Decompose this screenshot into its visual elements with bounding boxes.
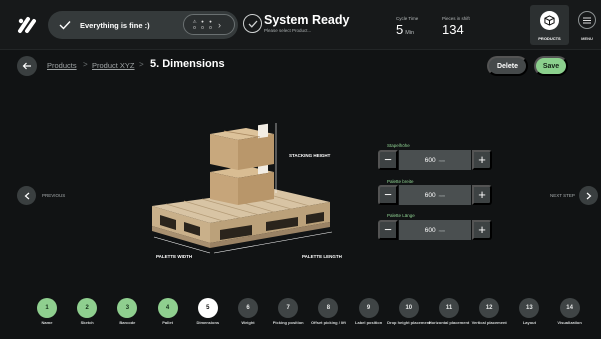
save-button[interactable]: Save [534, 56, 568, 76]
palette-length-value: 600 [424, 226, 436, 234]
step-14-button[interactable]: 14 [559, 298, 580, 318]
logo-icon [18, 17, 36, 33]
step-10-button[interactable]: 10 [398, 298, 419, 318]
menu-tab[interactable]: MENU [574, 5, 600, 45]
chevron-right-icon [586, 192, 591, 199]
step-8-label: Offset picking / lift [310, 320, 346, 325]
step-6-button[interactable]: 6 [238, 298, 258, 318]
alert-counter-grid: ⚠ ● ● 0 0 0 [191, 19, 214, 31]
step-6-label: Weight [241, 320, 255, 325]
step-2-label: Sketch [80, 320, 94, 325]
step-3-label: Barcode [119, 320, 136, 325]
chevron-right-icon: › [218, 19, 221, 30]
unit-label: mm [438, 192, 446, 198]
cycle-time-number: 5 [396, 22, 404, 37]
pieces-in-shift-label: Pieces in shift [442, 16, 470, 21]
step-5-label: Dimensions [196, 320, 220, 325]
system-ready-title: System Ready [264, 13, 350, 27]
pieces-in-shift-value: 134 [442, 22, 464, 37]
decrement-button[interactable]: − [378, 220, 398, 240]
unit-label: mm [438, 227, 446, 233]
step-1-label: Name [41, 320, 53, 325]
cycle-time-value: 5 Min [396, 22, 414, 37]
breadcrumb-product-xyz[interactable]: Product XYZ [92, 61, 135, 70]
step-8-button[interactable]: 8 [318, 298, 339, 318]
breadcrumb-products[interactable]: Products [47, 61, 77, 70]
pallet-with-boxes-image [152, 123, 333, 254]
step-7-button[interactable]: 7 [278, 298, 299, 318]
step-12-label: Vertical placement [471, 320, 507, 325]
status-message: Everything is fine :) [80, 20, 150, 30]
top-bar: Everything is fine :) ⚠ ● ● 0 0 0 › Syst… [0, 0, 601, 50]
step-5-button[interactable]: 5 [197, 298, 218, 318]
next-step-button[interactable] [579, 186, 598, 205]
box-icon [540, 11, 559, 30]
stacking-height-value: 600 [424, 156, 436, 164]
stacking-height-stepper: − 600 mm + [378, 150, 492, 170]
palette-length-field-label: Palette Länge [387, 213, 415, 218]
decrement-button[interactable]: − [378, 150, 398, 170]
next-step-label: NEXT STEP [550, 193, 575, 198]
palette-width-label: PALETTE WIDTH [156, 254, 193, 259]
step-9-label: Label position [355, 320, 383, 325]
previous-step-button[interactable] [17, 186, 36, 205]
step-1-button[interactable]: 1 [37, 298, 57, 318]
step-14-label: Visualization [557, 320, 582, 325]
breadcrumb-separator: > [139, 60, 144, 69]
page-title: 5. Dimensions [150, 58, 225, 70]
products-tab[interactable]: PRODUCTS [530, 5, 569, 45]
step-2-button[interactable]: 2 [77, 298, 98, 318]
chevron-left-icon [24, 192, 29, 199]
step-11-button[interactable]: 11 [439, 298, 459, 318]
step-11-label: Horizontal placement [428, 320, 470, 325]
arrow-left-icon [22, 62, 31, 70]
step-10-label: Drop height placement [387, 320, 431, 325]
step-13-button[interactable]: 13 [519, 298, 540, 318]
palette-length-label: PALETTE LENGTH [302, 254, 342, 259]
step-3-button[interactable]: 3 [117, 298, 138, 318]
palette-length-input[interactable]: 600 mm [399, 220, 471, 240]
delete-button[interactable]: Delete [487, 56, 528, 76]
ready-check-icon [243, 14, 262, 33]
step-13-label: Layout [522, 320, 536, 325]
palette-width-field-label: Palette breite [387, 179, 414, 184]
alert-counter-pill[interactable]: ⚠ ● ● 0 0 0 › [183, 14, 235, 35]
stacking-height-input[interactable]: 600 mm [399, 150, 471, 170]
pallet-illustration: STACKING HEIGHT PALETTE WIDTH PALETTE LE… [140, 120, 360, 270]
palette-length-stepper: − 600 mm + [378, 220, 492, 240]
step-4-button[interactable]: 4 [157, 298, 178, 318]
unit-label: mm [438, 157, 446, 163]
menu-tab-label: MENU [581, 36, 593, 41]
cycle-time-unit: Min [405, 30, 415, 36]
system-ready-subtitle: Please select Product... [264, 28, 312, 33]
step-12-button[interactable]: 12 [479, 298, 500, 318]
error-count: 0 [201, 24, 204, 30]
breadcrumb-separator: > [83, 60, 88, 69]
products-tab-label: PRODUCTS [538, 36, 561, 41]
palette-width-input[interactable]: 600 mm [399, 185, 471, 205]
hamburger-icon [578, 11, 596, 29]
palette-width-stepper: − 600 mm + [378, 185, 492, 205]
info-count: 0 [209, 24, 212, 30]
warning-count: 0 [193, 24, 196, 30]
stacking-height-field-label: Stapelhöhe [387, 143, 410, 148]
stacking-height-label: STACKING HEIGHT [289, 153, 331, 158]
app-logo[interactable] [8, 10, 46, 40]
increment-button[interactable]: + [472, 185, 492, 205]
check-icon [57, 17, 73, 33]
increment-button[interactable]: + [472, 150, 492, 170]
palette-width-value: 600 [424, 191, 436, 199]
decrement-button[interactable]: − [378, 185, 398, 205]
cycle-time-label: Cycle Time [396, 16, 419, 21]
increment-button[interactable]: + [472, 220, 492, 240]
step-7-label: Picking position [272, 320, 304, 325]
back-button[interactable] [17, 56, 37, 76]
previous-step-label: PREVIOUS [42, 193, 66, 198]
step-9-button[interactable]: 9 [358, 298, 379, 318]
step-4-label: Pallet [162, 320, 173, 325]
